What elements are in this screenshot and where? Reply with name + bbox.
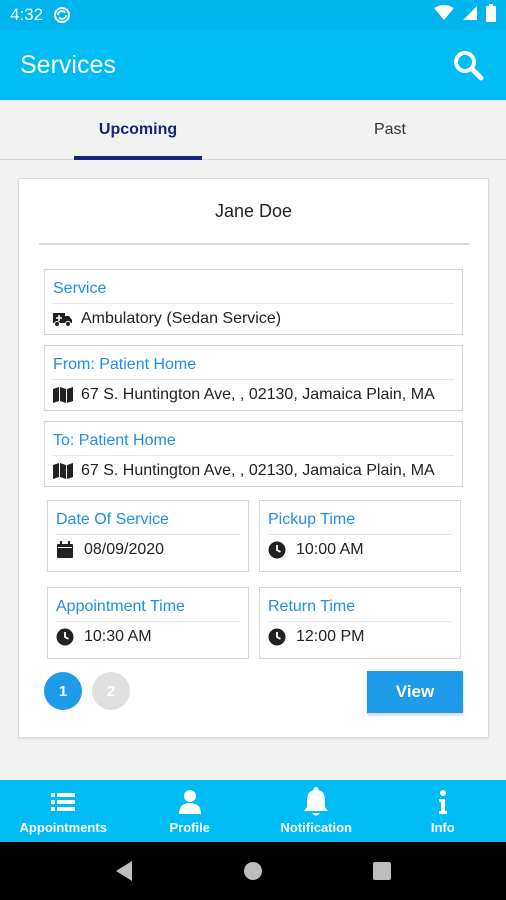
search-button[interactable] [450,47,486,83]
appointment-card: Jane Doe Service Ambulatory (Sedan Servi… [18,178,489,738]
nav-info-label: Info [430,819,455,835]
info-icon [438,788,448,816]
appointment-time-value: 10:30 AM [84,628,152,645]
clock-icon [268,628,290,646]
signal-icon [462,5,478,26]
clock-icon [56,628,78,646]
nav-notification[interactable]: Notification [253,780,380,842]
back-icon [116,861,133,881]
nav-profile-label: Profile [169,819,210,835]
nav-appointments[interactable]: Appointments [0,780,127,842]
recents-icon [372,862,391,880]
date-of-service-value: 08/09/2020 [84,541,165,558]
to-label: To: Patient Home [53,430,454,456]
map-icon [53,462,75,480]
tab-upcoming[interactable]: Upcoming [74,100,202,160]
search-icon [454,51,484,81]
status-time: 4:32 [10,5,44,24]
recents-button[interactable] [372,861,392,881]
nav-info[interactable]: Info [380,780,506,842]
page-2-button[interactable]: 2 [92,672,130,710]
pickup-time-box: Pickup Time 10:00 AM [259,500,461,572]
truck-icon [53,310,75,328]
return-time-value: 12:00 PM [296,628,365,645]
system-nav-bar [0,842,506,900]
pagination: 1 2 [44,672,130,710]
page-1-button[interactable]: 1 [44,672,82,710]
to-box: To: Patient Home 67 S. Huntington Ave, ,… [44,421,463,487]
service-box: Service Ambulatory (Sedan Service) [44,269,463,335]
to-address: 67 S. Huntington Ave, , 02130, Jamaica P… [81,462,435,479]
from-label: From: Patient Home [53,354,454,380]
service-label: Service [53,278,454,304]
wifi-icon [434,4,454,26]
person-icon [178,788,201,816]
tab-past[interactable]: Past [330,100,450,160]
list-icon [51,788,76,816]
from-address: 67 S. Huntington Ave, , 02130, Jamaica P… [81,386,435,403]
pickup-time-label: Pickup Time [268,509,452,535]
battery-icon [486,3,496,27]
patient-name: Jane Doe [214,201,293,221]
date-of-service-box: Date Of Service 08/09/2020 [47,500,249,572]
clock-icon [268,541,290,559]
from-box: From: Patient Home 67 S. Huntington Ave,… [44,345,463,411]
pickup-time-value: 10:00 AM [296,541,364,558]
nav-notification-label: Notification [280,819,353,835]
nav-profile[interactable]: Profile [127,780,254,842]
page-title: Services [20,50,116,79]
return-time-label: Return Time [268,596,452,622]
view-button[interactable]: View [367,671,463,713]
bell-icon [303,786,329,816]
map-icon [53,386,75,404]
tab-bar: Upcoming Past [0,100,506,160]
home-button[interactable] [243,861,263,881]
date-of-service-label: Date Of Service [56,509,240,535]
app-bar: Services [0,30,506,100]
service-value: Ambulatory (Sedan Service) [81,310,282,327]
calendar-icon [56,541,78,559]
appointment-time-label: Appointment Time [56,596,240,622]
appointment-time-box: Appointment Time 10:30 AM [47,587,249,659]
home-icon [243,862,262,880]
status-bar: 4:32 [0,0,506,30]
bottom-nav: Appointments Profile Notification Info [0,780,506,842]
sync-icon [53,6,71,24]
divider [39,243,469,245]
nav-appointments-label: Appointments [19,819,107,835]
back-button[interactable] [114,860,134,882]
return-time-box: Return Time 12:00 PM [259,587,461,659]
